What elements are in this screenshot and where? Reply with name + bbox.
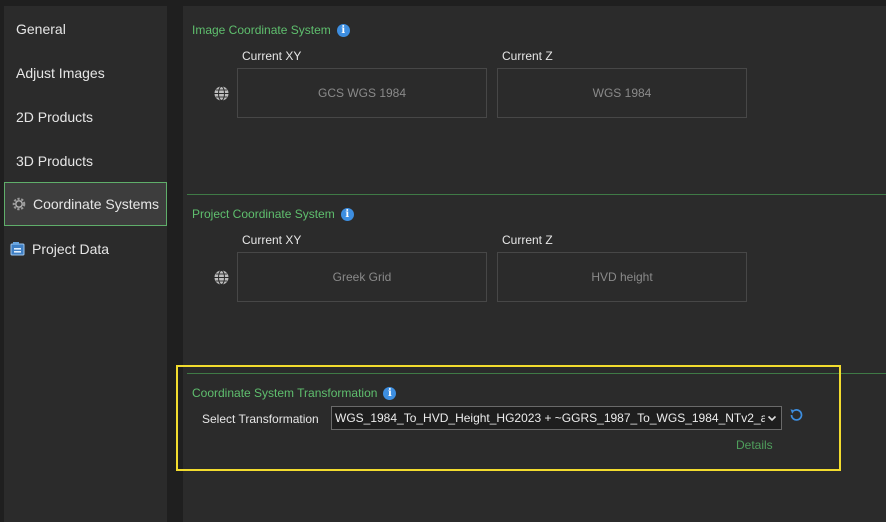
- gear-icon: [10, 195, 28, 213]
- details-link[interactable]: Details: [736, 438, 773, 452]
- globe-icon[interactable]: [213, 85, 230, 102]
- section-divider: [187, 194, 886, 195]
- sidebar-item-label: 2D Products: [16, 109, 94, 125]
- image-cs-z-box: WGS 1984: [497, 68, 747, 118]
- info-icon[interactable]: i: [383, 386, 397, 400]
- image-cs-current-xy-label: Current XY: [242, 49, 302, 63]
- project-cs-z-box: HVD height: [497, 252, 747, 302]
- project-cs-current-z-label: Current Z: [502, 233, 553, 247]
- sidebar-item-label: Adjust Images: [16, 65, 105, 81]
- settings-sidebar: General Adjust Images 2D Products 3D Pro…: [4, 6, 167, 522]
- sidebar-item-label: Project Data: [32, 241, 110, 257]
- info-icon[interactable]: i: [340, 207, 354, 221]
- reset-icon[interactable]: [787, 406, 805, 424]
- sidebar-item-label: General: [16, 21, 66, 37]
- sidebar-item-3d-products[interactable]: 3D Products: [4, 139, 167, 183]
- sidebar-item-project-data[interactable]: Project Data: [4, 227, 167, 271]
- image-cs-xy-value: GCS WGS 1984: [317, 86, 407, 100]
- image-cs-title-text: Image Coordinate System: [192, 23, 331, 37]
- section-divider: [187, 373, 886, 374]
- sidebar-item-coordinate-systems[interactable]: Coordinate Systems: [4, 182, 167, 226]
- transformation-title-text: Coordinate System Transformation: [192, 386, 378, 400]
- image-cs-xy-box: GCS WGS 1984: [237, 68, 487, 118]
- transformation-select-value: WGS_1984_To_HVD_Height_HG2023 + ~GGRS_19…: [335, 411, 765, 425]
- project-cs-xy-value: Greek Grid: [332, 270, 392, 284]
- transformation-section-title: Coordinate System Transformation i: [192, 386, 397, 400]
- image-cs-z-value: WGS 1984: [592, 86, 652, 100]
- project-cs-z-value: HVD height: [591, 270, 653, 284]
- info-icon[interactable]: i: [336, 23, 350, 37]
- project-cs-title-text: Project Coordinate System: [192, 207, 335, 221]
- sidebar-item-label: Coordinate Systems: [33, 196, 160, 212]
- sidebar-item-label: 3D Products: [16, 153, 94, 169]
- sidebar-item-2d-products[interactable]: 2D Products: [4, 95, 167, 139]
- select-transformation-label: Select Transformation: [202, 412, 319, 426]
- chevron-down-icon: [765, 411, 779, 425]
- image-cs-section-title: Image Coordinate System i: [192, 23, 350, 37]
- sidebar-item-general[interactable]: General: [4, 7, 167, 51]
- transformation-select[interactable]: WGS_1984_To_HVD_Height_HG2023 + ~GGRS_19…: [331, 406, 782, 430]
- project-cs-section-title: Project Coordinate System i: [192, 207, 354, 221]
- project-cs-current-xy-label: Current XY: [242, 233, 302, 247]
- project-cs-xy-box: Greek Grid: [237, 252, 487, 302]
- sidebar-item-adjust-images[interactable]: Adjust Images: [4, 51, 167, 95]
- project-data-icon: [9, 240, 27, 258]
- globe-icon[interactable]: [213, 269, 230, 286]
- image-cs-current-z-label: Current Z: [502, 49, 553, 63]
